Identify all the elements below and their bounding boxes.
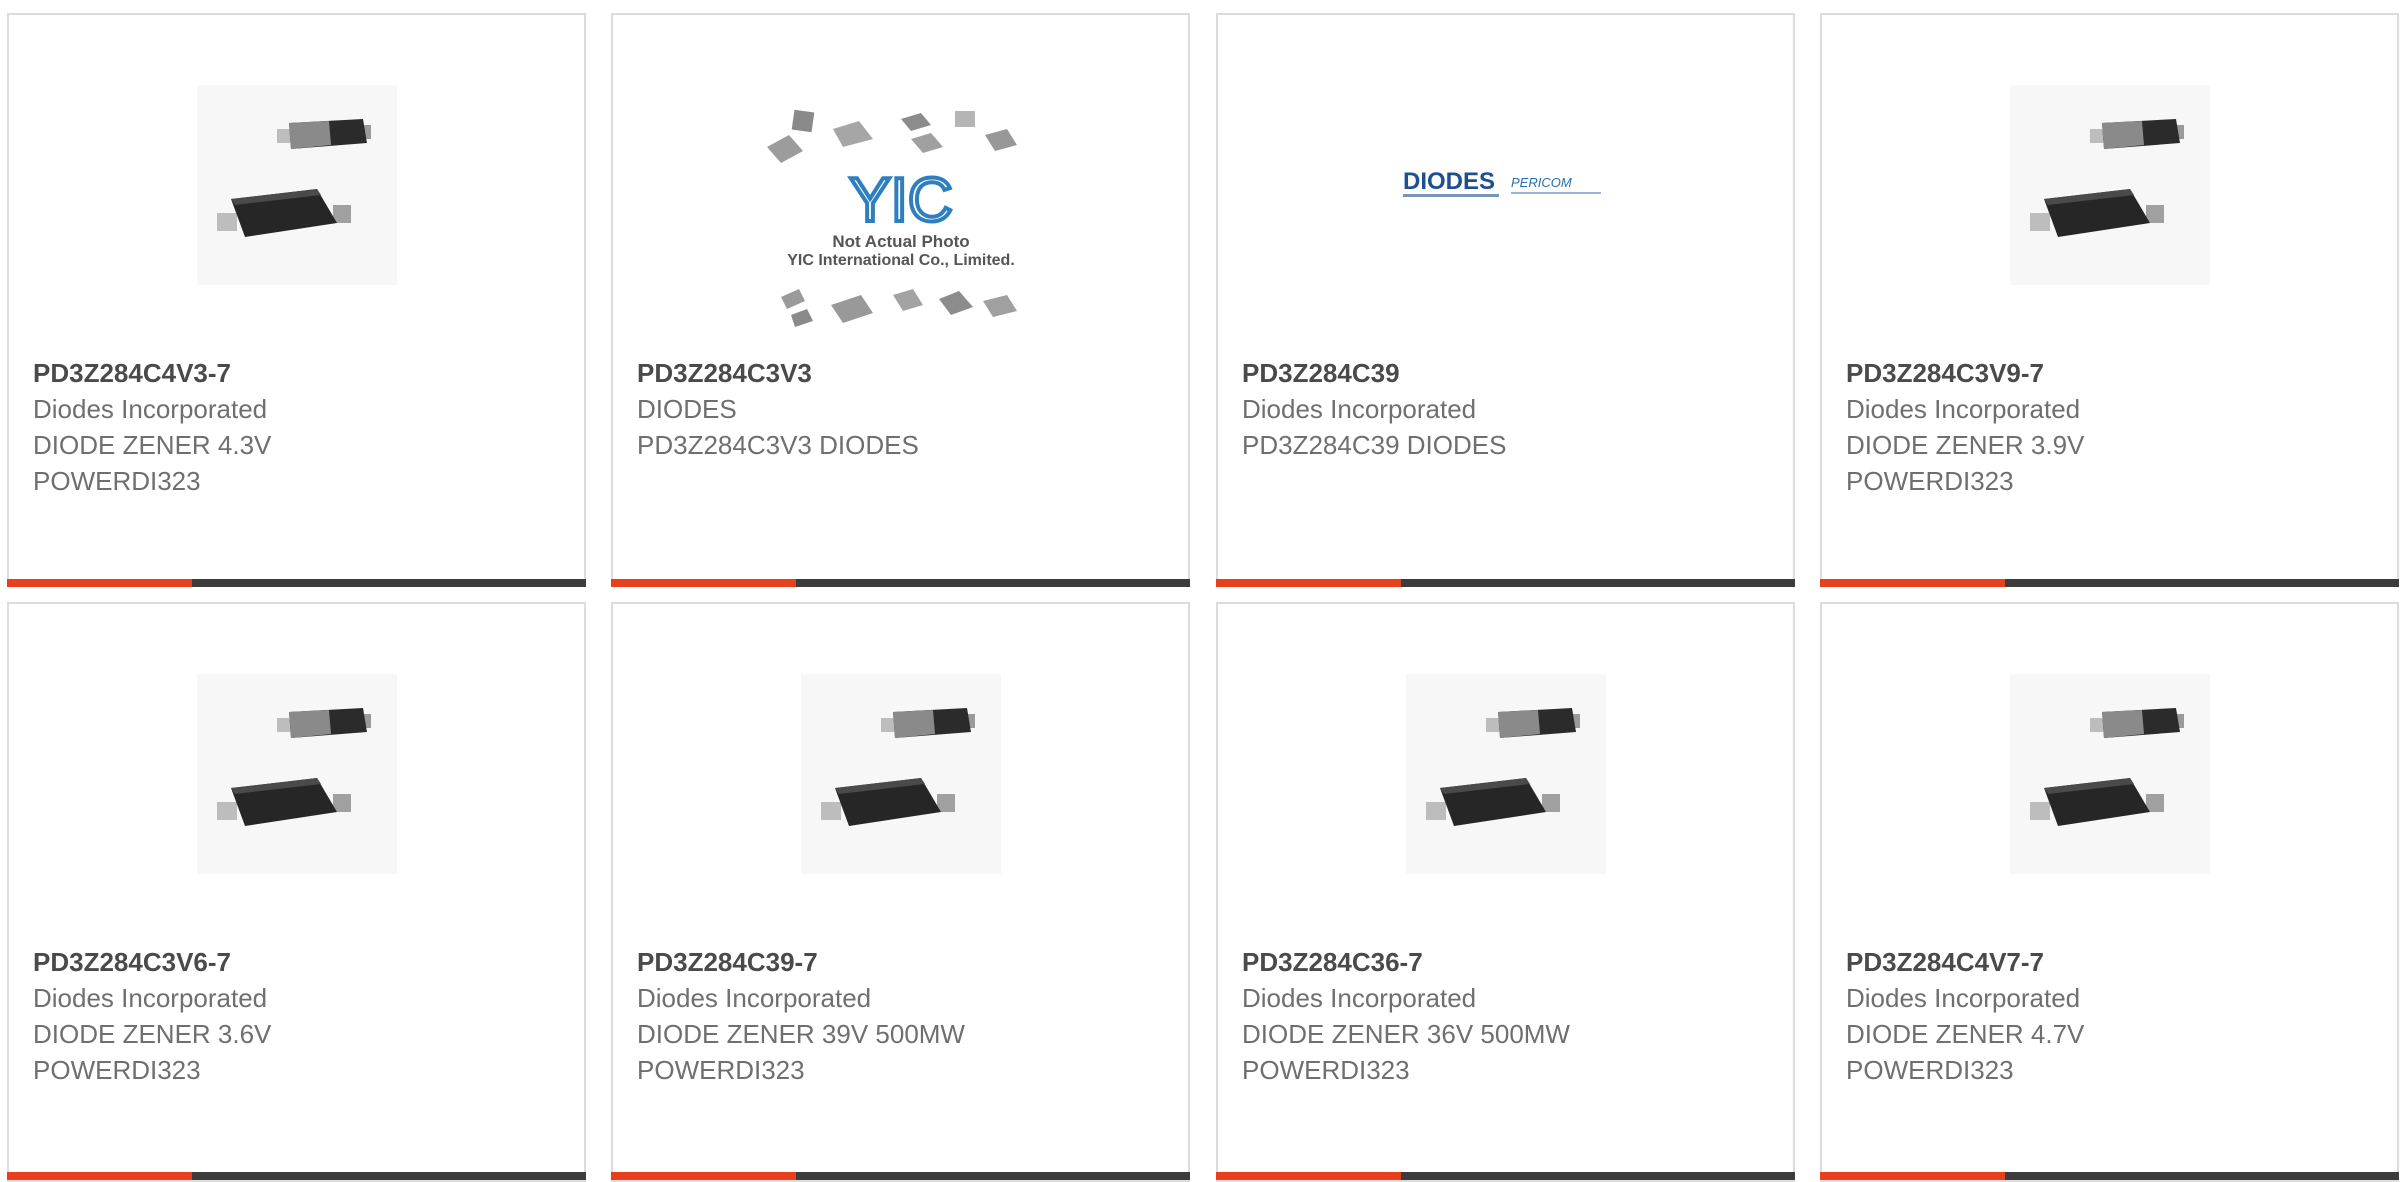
accent-segment [1820, 1172, 2005, 1180]
product-card[interactable]: PD3Z284C36-7 Diodes Incorporated DIODE Z… [1216, 602, 1795, 1182]
accent-segment [1216, 579, 1401, 587]
part-number[interactable]: PD3Z284C4V7-7 [1846, 944, 2377, 980]
pericom-logo-text: PERICOM [1511, 175, 1572, 190]
diodes-logo-text: DIODES [1403, 168, 1495, 195]
card-footer-bar [611, 1172, 1190, 1180]
manufacturer: Diodes Incorporated [33, 394, 268, 424]
product-image[interactable] [613, 674, 1188, 874]
card-footer-bar [7, 1172, 586, 1180]
diodes-pericom-logo: DIODES PERICOM [1402, 168, 1601, 197]
manufacturer: Diodes Incorporated [1846, 394, 2081, 424]
product-image[interactable]: DIODES PERICOM [1218, 85, 1793, 285]
diode-package-icon [196, 85, 397, 285]
product-card[interactable]: PD3Z284C39-7 Diodes Incorporated DIODE Z… [611, 602, 1190, 1182]
product-image[interactable] [9, 674, 584, 874]
accent-segment [1216, 1172, 1401, 1180]
product-image[interactable] [1822, 85, 2397, 285]
manufacturer: Diodes Incorporated [33, 983, 268, 1013]
part-number[interactable]: PD3Z284C39 [1242, 355, 1773, 391]
product-card[interactable]: PD3Z284C3V9-7 Diodes Incorporated DIODE … [1820, 13, 2399, 587]
product-card[interactable]: PD3Z284C4V7-7 Diodes Incorporated DIODE … [1820, 602, 2399, 1182]
card-footer-bar [1216, 1172, 1795, 1180]
diode-package-icon [1405, 674, 1606, 874]
diode-package-icon [2009, 85, 2210, 285]
description: PD3Z284C39 DIODES [1242, 430, 1507, 460]
description: DIODE ZENER 39V 500MW POWERDI323 [637, 1019, 965, 1085]
part-number[interactable]: PD3Z284C3V3 [637, 355, 1168, 391]
diode-package-icon [2009, 674, 2210, 874]
not-actual-photo-text: Not Actual Photo [832, 232, 969, 251]
manufacturer: DIODES [637, 394, 737, 424]
card-footer-bar [1820, 579, 2399, 587]
diode-package-icon [196, 674, 397, 874]
product-image[interactable] [1822, 674, 2397, 874]
accent-segment [7, 579, 192, 587]
product-image[interactable] [9, 85, 584, 285]
manufacturer: Diodes Incorporated [1846, 983, 2081, 1013]
description: DIODE ZENER 4.7V POWERDI323 [1846, 1019, 2085, 1085]
description: DIODE ZENER 3.9V POWERDI323 [1846, 430, 2085, 496]
accent-segment [7, 1172, 192, 1180]
part-number[interactable]: PD3Z284C3V6-7 [33, 944, 564, 980]
card-footer-bar [611, 579, 1190, 587]
card-footer-bar [7, 579, 586, 587]
accent-segment [1820, 579, 2005, 587]
card-footer-bar [1820, 1172, 2399, 1180]
description: DIODE ZENER 3.6V POWERDI323 [33, 1019, 272, 1085]
yic-logo: YIC [849, 166, 952, 235]
part-number[interactable]: PD3Z284C4V3-7 [33, 355, 564, 391]
diode-package-icon [800, 674, 1001, 874]
manufacturer: Diodes Incorporated [1242, 394, 1477, 424]
product-card[interactable]: DIODES PERICOM PD3Z284C39 Diodes Incorpo… [1216, 13, 1795, 587]
product-card[interactable]: PD3Z284C3V6-7 Diodes Incorporated DIODE … [7, 602, 586, 1182]
product-image[interactable] [1218, 674, 1793, 874]
product-grid: PD3Z284C4V3-7 Diodes Incorporated DIODE … [0, 0, 2400, 1182]
product-card[interactable]: PD3Z284C4V3-7 Diodes Incorporated DIODE … [7, 13, 586, 587]
description: DIODE ZENER 4.3V POWERDI323 [33, 430, 272, 496]
part-number[interactable]: PD3Z284C3V9-7 [1846, 355, 2377, 391]
manufacturer: Diodes Incorporated [637, 983, 872, 1013]
description: DIODE ZENER 36V 500MW POWERDI323 [1242, 1019, 1570, 1085]
manufacturer: Diodes Incorporated [1242, 983, 1477, 1013]
part-number[interactable]: PD3Z284C36-7 [1242, 944, 1773, 980]
product-card[interactable]: YIC Not Actual Photo YIC International C… [611, 13, 1190, 587]
chip-collage-icon: YIC Not Actual Photo YIC International C… [766, 109, 1017, 327]
accent-segment [611, 579, 796, 587]
accent-segment [611, 1172, 796, 1180]
description: PD3Z284C3V3 DIODES [637, 430, 919, 460]
yic-company-text: YIC International Co., Limited. [787, 252, 1015, 269]
part-number[interactable]: PD3Z284C39-7 [637, 944, 1168, 980]
card-footer-bar [1216, 579, 1795, 587]
product-image[interactable]: YIC Not Actual Photo YIC International C… [613, 101, 1188, 351]
